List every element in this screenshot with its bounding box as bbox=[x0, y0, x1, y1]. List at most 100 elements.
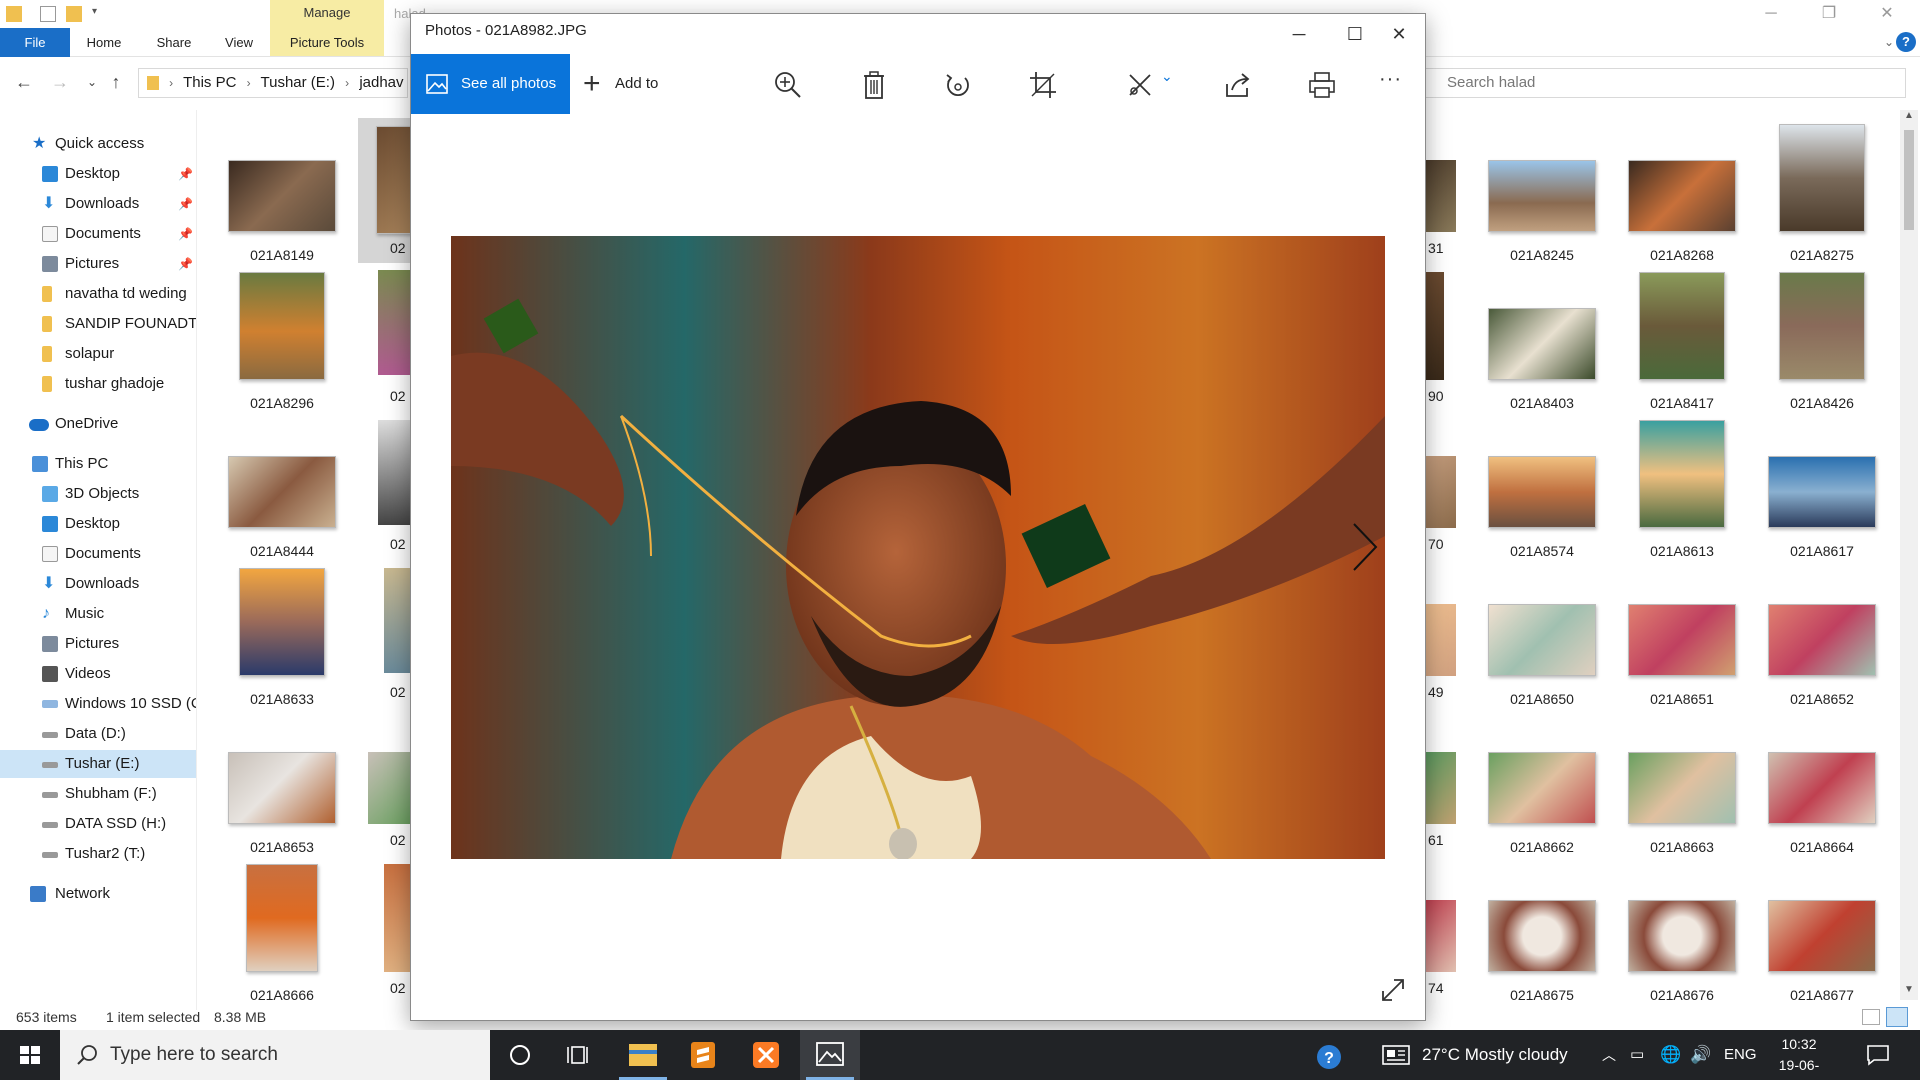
search-input[interactable]: Search halad bbox=[1412, 68, 1906, 98]
breadcrumb-jadhav[interactable]: jadhav na bbox=[359, 74, 407, 91]
partial-thumbnail[interactable] bbox=[1426, 160, 1456, 232]
system-clock[interactable]: 10:32 19-06-2021 bbox=[1764, 1034, 1834, 1080]
properties-icon[interactable] bbox=[40, 6, 56, 22]
file-thumbnail[interactable]: 021A8268 bbox=[1612, 118, 1752, 263]
recent-locations-chevron-icon[interactable]: ⌄ bbox=[80, 70, 104, 94]
tab-file[interactable]: File bbox=[0, 28, 70, 57]
file-thumbnail[interactable]: 021A8653 bbox=[212, 710, 352, 855]
sidebar-item-navatha[interactable]: navatha td weding bbox=[0, 280, 196, 308]
sidebar-item-tushar-e[interactable]: Tushar (E:) bbox=[0, 750, 196, 778]
file-thumbnail[interactable]: 021A8663 bbox=[1612, 710, 1752, 855]
main-photo[interactable] bbox=[451, 236, 1385, 859]
speaker-icon[interactable]: 🔊 bbox=[1690, 1030, 1711, 1080]
full-screen-expand-icon[interactable] bbox=[1380, 977, 1406, 1003]
see-all-photos-button[interactable]: See all photos bbox=[411, 54, 570, 114]
sidebar-item-onedrive[interactable]: OneDrive bbox=[0, 410, 196, 438]
file-thumbnail[interactable]: 021A8650 bbox=[1472, 562, 1612, 707]
taskbar-app-file-explorer[interactable] bbox=[613, 1030, 673, 1080]
forward-arrow-icon[interactable]: → bbox=[48, 70, 72, 94]
more-options-icon[interactable]: ··· bbox=[1379, 68, 1402, 91]
explorer-close-button[interactable]: ✕ bbox=[1864, 0, 1910, 28]
sidebar-item-network[interactable]: Network bbox=[0, 880, 196, 908]
file-thumbnail[interactable]: 021A8633 bbox=[212, 562, 352, 707]
photos-minimize-button[interactable]: ─ bbox=[1271, 14, 1327, 54]
scroll-up-icon[interactable]: ▲ bbox=[1900, 110, 1918, 126]
file-thumbnail[interactable]: 021A8651 bbox=[1612, 562, 1752, 707]
sidebar-item-desktop[interactable]: Desktop bbox=[0, 510, 196, 538]
zoom-in-icon[interactable] bbox=[773, 70, 803, 100]
sidebar-item-windows-ssd[interactable]: Windows 10 SSD (C bbox=[0, 690, 196, 718]
sidebar-item-tushar-ghadoje[interactable]: tushar ghadoje bbox=[0, 370, 196, 398]
edit-dropdown-chevron-icon[interactable]: ⌄ bbox=[1161, 68, 1173, 85]
file-thumbnail[interactable]: 021A8652 bbox=[1752, 562, 1892, 707]
partial-thumbnail[interactable] bbox=[1426, 752, 1456, 824]
weather-text[interactable]: 27°C Mostly cloudy bbox=[1422, 1030, 1568, 1080]
file-thumbnail[interactable]: 021A8149 bbox=[212, 118, 352, 263]
action-center-notification-icon[interactable] bbox=[1866, 1044, 1890, 1066]
large-icons-view-icon[interactable] bbox=[1886, 1007, 1908, 1027]
file-thumbnail[interactable]: 021A8574 bbox=[1472, 414, 1612, 559]
file-thumbnail[interactable]: 021A8676 bbox=[1612, 858, 1752, 1003]
partial-thumbnail[interactable] bbox=[1426, 272, 1444, 380]
sidebar-item-this-pc[interactable]: This PC bbox=[0, 450, 196, 478]
language-indicator[interactable]: ENG bbox=[1724, 1030, 1757, 1080]
explorer-restore-button[interactable]: ❐ bbox=[1806, 0, 1852, 28]
partial-thumbnail[interactable] bbox=[378, 270, 410, 375]
explorer-minimize-button[interactable]: ─ bbox=[1748, 0, 1794, 28]
sidebar-item-pictures-pinned[interactable]: Pictures 📌 bbox=[0, 250, 196, 278]
crop-icon[interactable] bbox=[1028, 70, 1058, 100]
sidebar-item-tushar2-t[interactable]: Tushar2 (T:) bbox=[0, 840, 196, 868]
sidebar-item-documents-pinned[interactable]: Documents 📌 bbox=[0, 220, 196, 248]
news-weather-icon[interactable] bbox=[1382, 1044, 1410, 1066]
sidebar-item-videos[interactable]: Videos bbox=[0, 660, 196, 688]
file-thumbnail[interactable]: 021A8444 bbox=[212, 414, 352, 559]
cortana-button[interactable] bbox=[490, 1030, 550, 1080]
taskbar-app-sublime[interactable] bbox=[673, 1030, 733, 1080]
windows-start-icon[interactable] bbox=[0, 1030, 60, 1080]
file-thumbnail[interactable]: 021A8613 bbox=[1612, 414, 1752, 559]
taskbar-search-box[interactable]: Type here to search bbox=[60, 1030, 490, 1080]
photos-close-button[interactable]: ✕ bbox=[1371, 14, 1427, 54]
sidebar-item-documents[interactable]: Documents bbox=[0, 540, 196, 568]
tab-home[interactable]: Home bbox=[78, 28, 130, 57]
partial-thumbnail[interactable] bbox=[368, 752, 410, 824]
show-hidden-icons-chevron-icon[interactable]: ︿ bbox=[1602, 1030, 1616, 1080]
sidebar-item-solapur[interactable]: solapur bbox=[0, 340, 196, 368]
sidebar-item-downloads-pinned[interactable]: ⬇ Downloads 📌 bbox=[0, 190, 196, 218]
file-thumbnail[interactable]: 021A8245 bbox=[1472, 118, 1612, 263]
file-thumbnail[interactable]: 021A8417 bbox=[1612, 266, 1752, 411]
print-icon[interactable] bbox=[1307, 70, 1337, 100]
customize-qat-icon[interactable]: ▾ bbox=[92, 6, 108, 22]
sidebar-item-sandip[interactable]: SANDIP FOUNADTIO bbox=[0, 310, 196, 338]
help-tips-icon[interactable]: ? bbox=[1314, 1042, 1344, 1072]
tab-picture-tools[interactable]: Picture Tools bbox=[270, 28, 384, 57]
tab-share[interactable]: Share bbox=[148, 28, 200, 57]
file-thumbnail[interactable]: 021A8275 bbox=[1752, 118, 1892, 263]
add-to-button[interactable]: + Add to bbox=[583, 54, 658, 114]
battery-icon[interactable]: ▭ bbox=[1630, 1030, 1644, 1080]
sidebar-item-data-ssd-h[interactable]: DATA SSD (H:) bbox=[0, 810, 196, 838]
sidebar-item-downloads[interactable]: ⬇ Downloads bbox=[0, 570, 196, 598]
breadcrumb-this-pc[interactable]: This PC bbox=[183, 74, 236, 91]
partial-thumbnail[interactable] bbox=[384, 864, 410, 972]
partial-thumbnail[interactable] bbox=[1426, 456, 1456, 528]
new-folder-icon[interactable] bbox=[66, 6, 82, 22]
partial-thumbnail[interactable] bbox=[378, 420, 410, 525]
scroll-down-icon[interactable]: ▼ bbox=[1900, 984, 1918, 1000]
sidebar-item-shubham-f[interactable]: Shubham (F:) bbox=[0, 780, 196, 808]
sidebar-item-data-d[interactable]: Data (D:) bbox=[0, 720, 196, 748]
vertical-scrollbar[interactable]: ▲ ▼ bbox=[1900, 110, 1918, 1000]
file-thumbnail[interactable]: 021A8675 bbox=[1472, 858, 1612, 1003]
file-thumbnail[interactable]: 021A8666 bbox=[212, 858, 352, 1003]
task-view-button[interactable] bbox=[550, 1030, 610, 1080]
tab-view[interactable]: View bbox=[214, 28, 264, 57]
scrollbar-thumb[interactable] bbox=[1904, 130, 1914, 230]
sidebar-item-quick-access[interactable]: ★ Quick access bbox=[0, 130, 196, 158]
breadcrumb-tushar-e[interactable]: Tushar (E:) bbox=[261, 74, 335, 91]
sidebar-item-music[interactable]: ♪ Music bbox=[0, 600, 196, 628]
up-arrow-icon[interactable]: ↑ bbox=[104, 70, 128, 94]
file-thumbnail[interactable]: 021A8662 bbox=[1472, 710, 1612, 855]
help-icon[interactable]: ? bbox=[1896, 32, 1916, 52]
back-arrow-icon[interactable]: ← bbox=[12, 70, 36, 94]
file-thumbnail[interactable]: 021A8677 bbox=[1752, 858, 1892, 1003]
